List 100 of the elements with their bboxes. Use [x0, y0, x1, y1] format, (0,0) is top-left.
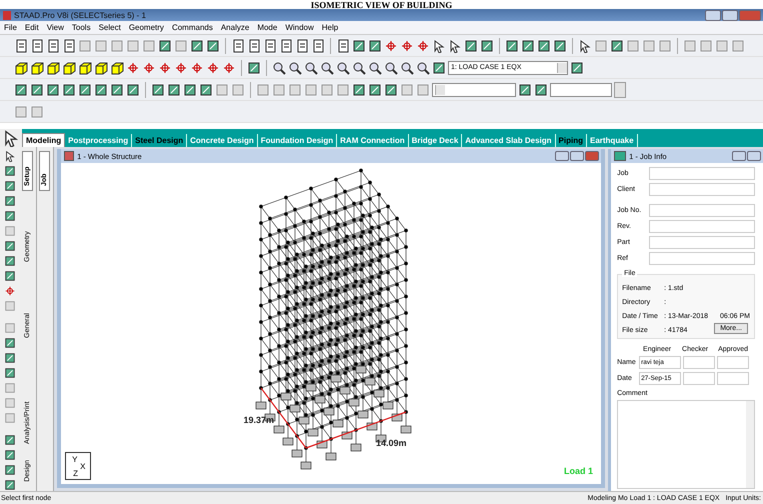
- tool-icon[interactable]: [534, 82, 548, 96]
- tool-icon[interactable]: [4, 449, 16, 461]
- magnifier-icon[interactable]: [320, 60, 334, 74]
- tool-icon[interactable]: [518, 82, 532, 96]
- minimize-button[interactable]: [555, 151, 570, 161]
- tool-icon[interactable]: [4, 434, 16, 446]
- menu-item[interactable]: Select: [94, 23, 125, 32]
- input-field[interactable]: [717, 356, 750, 369]
- cube-icon[interactable]: [30, 60, 44, 74]
- pointer-icon[interactable]: [0, 129, 22, 147]
- tool-icon[interactable]: [62, 82, 76, 96]
- cube-icon[interactable]: [14, 60, 28, 74]
- crosshair-icon[interactable]: [158, 60, 172, 74]
- input-field[interactable]: [649, 204, 755, 217]
- maximize-button[interactable]: [570, 151, 584, 161]
- tool-icon[interactable]: [610, 38, 624, 52]
- magnifier-icon[interactable]: [272, 60, 286, 74]
- tool-icon[interactable]: [4, 195, 16, 207]
- tool-icon[interactable]: [4, 464, 16, 476]
- tool-icon[interactable]: [206, 38, 220, 52]
- crosshair-icon[interactable]: [190, 60, 204, 74]
- tool-icon[interactable]: [4, 352, 16, 364]
- maximize-button[interactable]: [747, 151, 761, 161]
- menu-item[interactable]: Geometry: [124, 23, 168, 32]
- document-icon[interactable]: [279, 38, 293, 52]
- tool-icon[interactable]: [352, 82, 366, 96]
- pointer-icon[interactable]: [4, 150, 16, 162]
- pointer-icon[interactable]: [432, 38, 446, 52]
- magnifier-icon[interactable]: [400, 60, 414, 74]
- tool-icon[interactable]: [167, 82, 181, 96]
- cube-icon[interactable]: [94, 60, 108, 74]
- tool-icon[interactable]: [4, 270, 16, 282]
- magnifier-icon[interactable]: [368, 60, 382, 74]
- tool-icon[interactable]: [158, 38, 172, 52]
- crosshair-icon[interactable]: [4, 285, 16, 297]
- tool-icon[interactable]: [480, 38, 494, 52]
- tool-icon[interactable]: [521, 38, 535, 52]
- cube-icon[interactable]: [62, 60, 76, 74]
- crosshair-icon[interactable]: [400, 38, 414, 52]
- tool-icon[interactable]: [505, 38, 519, 52]
- tool-icon[interactable]: [46, 82, 60, 96]
- tool-icon[interactable]: [14, 82, 28, 96]
- menu-item[interactable]: Commands: [168, 23, 217, 32]
- crosshair-icon[interactable]: [384, 38, 398, 52]
- menu-item[interactable]: File: [0, 23, 21, 32]
- tool-icon[interactable]: [30, 82, 44, 96]
- document-icon[interactable]: [263, 38, 277, 52]
- crosshair-icon[interactable]: [416, 38, 430, 52]
- tool-icon[interactable]: [4, 180, 16, 192]
- pointer-icon[interactable]: [578, 38, 592, 52]
- comment-field[interactable]: [617, 400, 755, 489]
- scrollbar[interactable]: [746, 401, 754, 488]
- document-icon[interactable]: [295, 38, 309, 52]
- crosshair-icon[interactable]: [222, 60, 236, 74]
- crosshair-icon[interactable]: [142, 60, 156, 74]
- document-icon[interactable]: [14, 38, 28, 52]
- document-icon[interactable]: [247, 38, 261, 52]
- menu-item[interactable]: Help: [318, 23, 342, 32]
- tool-icon[interactable]: [352, 38, 366, 52]
- crosshair-icon[interactable]: [126, 60, 140, 74]
- magnifier-icon[interactable]: [416, 60, 430, 74]
- menu-item[interactable]: Tools: [68, 23, 95, 32]
- tool-icon[interactable]: [4, 210, 16, 222]
- tool-icon[interactable]: [4, 240, 16, 252]
- document-icon[interactable]: [311, 38, 325, 52]
- menu-item[interactable]: Analyze: [216, 23, 254, 32]
- tool-icon[interactable]: [368, 38, 382, 52]
- tool-icon[interactable]: [4, 479, 16, 491]
- minimize-button[interactable]: [732, 151, 746, 161]
- magnifier-icon[interactable]: [384, 60, 398, 74]
- maximize-button[interactable]: [722, 10, 738, 20]
- menu-item[interactable]: Edit: [20, 23, 43, 32]
- input-field[interactable]: [649, 252, 755, 265]
- input-field[interactable]: [649, 183, 755, 196]
- document-icon[interactable]: [336, 38, 350, 52]
- magnifier-icon[interactable]: [352, 60, 366, 74]
- cube-icon[interactable]: [78, 60, 92, 74]
- tool-icon[interactable]: [4, 255, 16, 267]
- input-field[interactable]: [683, 372, 716, 385]
- crosshair-icon[interactable]: [174, 60, 188, 74]
- tool-icon[interactable]: [110, 82, 124, 96]
- document-icon[interactable]: [231, 38, 245, 52]
- crosshair-icon[interactable]: [206, 60, 220, 74]
- magnifier-icon[interactable]: [304, 60, 318, 74]
- tool-icon[interactable]: [537, 38, 551, 52]
- cube-icon[interactable]: [110, 60, 124, 74]
- close-button[interactable]: [585, 151, 600, 161]
- tool-icon[interactable]: [4, 337, 16, 349]
- menu-item[interactable]: Mode: [253, 23, 282, 32]
- tool-icon[interactable]: [151, 82, 165, 96]
- menu-item[interactable]: Window: [281, 23, 318, 32]
- input-field[interactable]: [717, 372, 750, 385]
- input-field[interactable]: [683, 356, 716, 369]
- tool-icon[interactable]: [190, 38, 204, 52]
- tool-icon[interactable]: [126, 82, 140, 96]
- magnifier-icon[interactable]: [288, 60, 302, 74]
- document-icon[interactable]: [62, 38, 76, 52]
- tool-icon[interactable]: [464, 38, 478, 52]
- input-field[interactable]: [649, 236, 755, 249]
- tab[interactable]: Modeling: [22, 133, 66, 147]
